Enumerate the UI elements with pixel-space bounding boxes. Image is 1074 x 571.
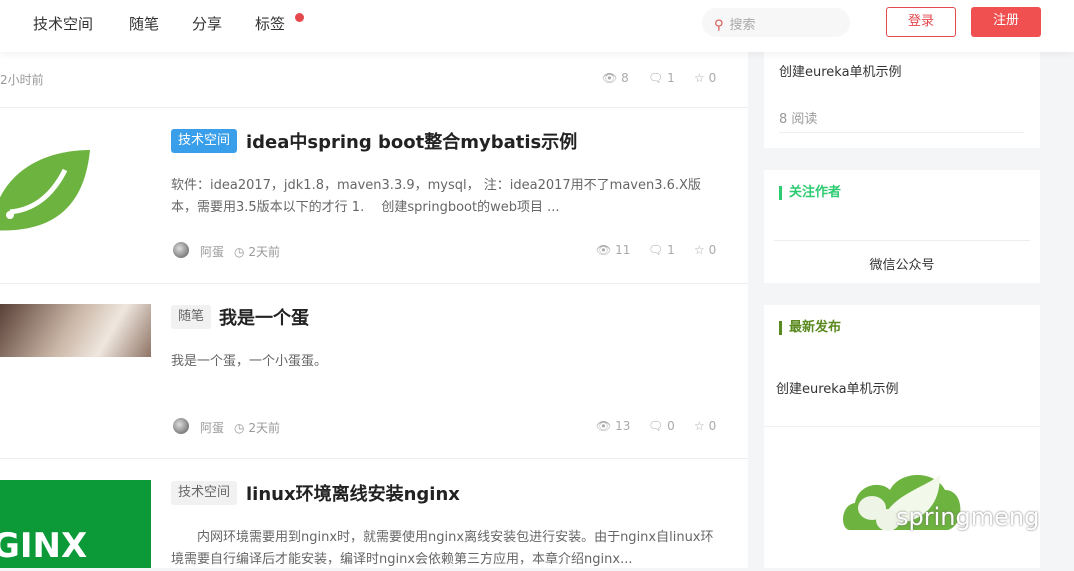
follow-card: 关注作者 微信公众号 (764, 170, 1040, 283)
article-time: ◷ 2天前 (234, 421, 280, 435)
spring-leaf-icon (0, 150, 90, 231)
article-excerpt: 内网环境需要用到nginx时，就需要使用nginx离线安装包进行安装。由于ngi… (171, 530, 714, 567)
views-count: 👁 13 (596, 419, 631, 433)
search-input[interactable]: ⚲ 搜索 (702, 8, 850, 37)
article-title[interactable]: linux环境离线安装nginx (246, 480, 460, 506)
article-title[interactable]: idea中spring boot整合mybatis示例 (246, 128, 577, 154)
article-time: ◷ 2天前 (234, 245, 280, 259)
article-title[interactable]: 我是一个蛋 (219, 304, 309, 330)
comments-count: 🗨 1 (648, 71, 675, 85)
article-excerpt: 我是一个蛋，一个小蛋蛋。 (171, 354, 328, 369)
star-icon: ☆ (694, 419, 705, 433)
nginx-logo: GINX (0, 526, 88, 566)
divider (0, 283, 748, 284)
latest-item[interactable]: 创建eureka单机示例 (776, 378, 899, 397)
logo-text: springmeng (896, 503, 1040, 531)
nav-tech[interactable]: 技术空间 (33, 13, 93, 34)
comment-icon: 🗨 (648, 419, 664, 433)
article-thumbnail[interactable] (0, 304, 151, 357)
comments-count: 🗨 1 (648, 243, 675, 257)
read-count: 8 阅读 (779, 112, 818, 127)
latest-heading: 最新发布 (779, 321, 841, 335)
eye-icon: 👁 (602, 71, 618, 85)
divider (0, 458, 748, 459)
nav-share[interactable]: 分享 (192, 13, 222, 34)
eye-icon: 👁 (596, 419, 612, 433)
article-time: 2小时前 (0, 73, 44, 87)
avatar (173, 242, 189, 258)
nav-essay[interactable]: 随笔 (129, 13, 159, 34)
comment-icon: 🗨 (648, 71, 664, 85)
article-thumbnail[interactable] (0, 140, 151, 240)
comment-icon: 🗨 (648, 243, 664, 257)
follow-heading: 关注作者 (779, 186, 841, 200)
popular-card: 创建eureka单机示例 8 阅读 (764, 52, 1040, 148)
login-button[interactable]: 登录 (886, 7, 956, 37)
star-icon: ☆ (694, 243, 705, 257)
likes-count[interactable]: ☆ 0 (694, 419, 716, 433)
views-count: 👁 8 (602, 71, 629, 85)
latest-card: 最新发布 创建eureka单机示例 springmeng (764, 305, 1040, 568)
article-thumbnail[interactable]: GINX (0, 480, 151, 568)
notification-dot (295, 13, 304, 22)
search-placeholder: 搜索 (729, 18, 756, 33)
star-icon: ☆ (694, 71, 705, 85)
likes-count[interactable]: ☆ 0 (694, 71, 716, 85)
category-tag[interactable]: 技术空间 (171, 481, 238, 505)
avatar (173, 418, 189, 434)
eye-icon: 👁 (596, 243, 612, 257)
comments-count: 🗨 0 (648, 419, 675, 433)
author-name[interactable]: 阿蛋 (200, 243, 224, 260)
popular-title[interactable]: 创建eureka单机示例 (779, 61, 902, 80)
author-name[interactable]: 阿蛋 (200, 419, 224, 436)
divider (0, 107, 748, 108)
category-tag[interactable]: 技术空间 (171, 129, 238, 153)
category-tag[interactable]: 随笔 (171, 305, 212, 329)
search-icon: ⚲ (714, 18, 724, 33)
likes-count[interactable]: ☆ 0 (694, 243, 716, 257)
views-count: 👁 11 (596, 243, 631, 257)
wechat-label[interactable]: 微信公众号 (764, 254, 1040, 273)
article-excerpt: 软件：idea2017，jdk1.8，maven3.3.9，mysql， 注：i… (171, 178, 701, 215)
register-button[interactable]: 注册 (971, 7, 1041, 37)
header: 技术空间 随笔 分享 标签 ⚲ 搜索 登录 注册 (0, 0, 1074, 52)
clock-icon: ◷ (234, 245, 245, 259)
clock-icon: ◷ (234, 421, 245, 435)
nav-tags[interactable]: 标签 (255, 13, 285, 34)
